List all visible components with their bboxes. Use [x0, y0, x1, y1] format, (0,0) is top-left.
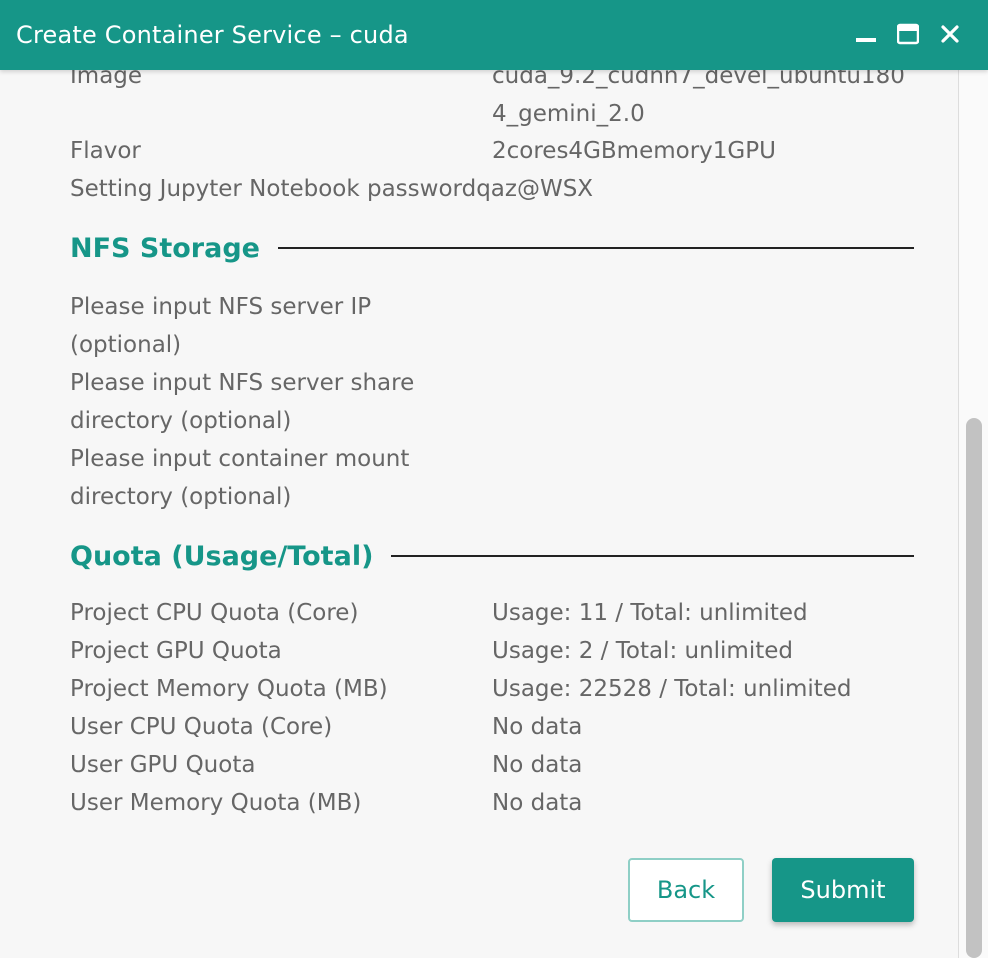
project-cpu-quota-label: Project CPU Quota (Core)	[70, 600, 359, 626]
section-divider	[391, 555, 914, 557]
jupyter-password-row: Setting Jupyter Notebook passwordqaz@WSX	[70, 170, 593, 208]
nfs-share-label-line1: Please input NFS server share	[70, 370, 415, 396]
user-cpu-quota-value: No data	[492, 714, 583, 740]
mount-dir-label-line1: Please input container mount	[70, 446, 410, 472]
user-memory-quota-label: User Memory Quota (MB)	[70, 790, 362, 816]
mount-dir-label-line2: directory (optional)	[70, 484, 292, 510]
user-cpu-quota-label: User CPU Quota (Core)	[70, 714, 333, 740]
submit-button[interactable]: Submit	[772, 858, 914, 922]
nfs-ip-label-line1: Please input NFS server IP	[70, 294, 372, 320]
quota-section-title: Quota (Usage/Total)	[70, 540, 374, 572]
project-memory-quota-value: Usage: 22528 / Total: unlimited	[492, 676, 852, 702]
project-gpu-quota-value: Usage: 2 / Total: unlimited	[492, 638, 793, 664]
user-memory-quota-value: No data	[492, 790, 583, 816]
window-controls	[854, 22, 962, 46]
nfs-ip-label-line2: (optional)	[70, 332, 182, 358]
user-gpu-quota-label: User GPU Quota	[70, 752, 256, 778]
image-value-line1: cuda_9.2_cudnn7_devel_ubuntu180	[492, 70, 905, 89]
flavor-label: Flavor	[70, 138, 141, 164]
back-button[interactable]: Back	[628, 858, 744, 922]
jupyter-password-value: qaz@WSX	[476, 176, 594, 202]
user-gpu-quota-value: No data	[492, 752, 583, 778]
quota-section-header: Quota (Usage/Total)	[70, 536, 914, 576]
window-title: Create Container Service – cuda	[16, 21, 409, 49]
project-cpu-quota-value: Usage: 11 / Total: unlimited	[492, 600, 808, 626]
nfs-share-label-line2: directory (optional)	[70, 408, 292, 434]
flavor-value: 2cores4GBmemory1GPU	[492, 138, 776, 164]
section-divider	[277, 247, 914, 249]
title-bar: Create Container Service – cuda	[0, 0, 988, 70]
minimize-icon[interactable]	[854, 22, 878, 46]
maximize-icon[interactable]	[896, 22, 920, 46]
nfs-section-header: NFS Storage	[70, 228, 914, 268]
nfs-section-title: NFS Storage	[70, 232, 260, 264]
scrollbar-thumb[interactable]	[966, 418, 982, 958]
jupyter-password-label: Setting Jupyter Notebook password	[70, 176, 477, 202]
project-memory-quota-label: Project Memory Quota (MB)	[70, 676, 388, 702]
dialog-content: Image cuda_9.2_cudnn7_devel_ubuntu180 4_…	[0, 70, 958, 958]
project-gpu-quota-label: Project GPU Quota	[70, 638, 282, 664]
image-value-line2: 4_gemini_2.0	[492, 101, 645, 127]
close-icon[interactable]	[938, 22, 962, 46]
image-label: Image	[70, 70, 143, 89]
